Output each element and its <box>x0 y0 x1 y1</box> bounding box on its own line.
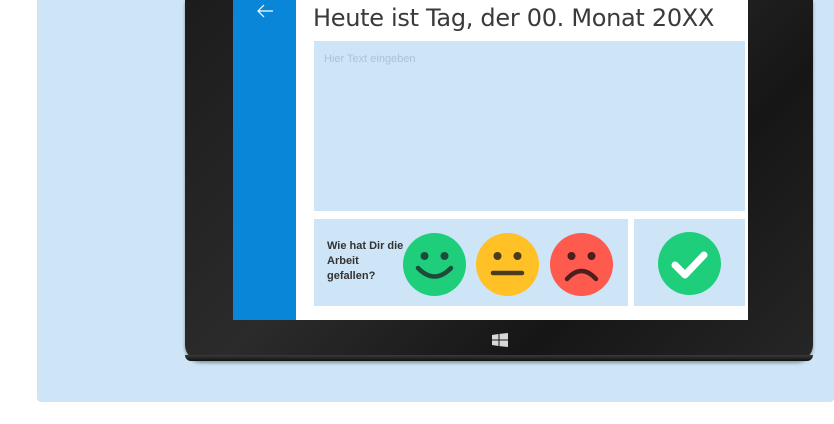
sidebar <box>233 0 296 320</box>
rating-panel: Wie hat Dir die Arbeit gefallen? <box>314 219 628 306</box>
happy-face-icon[interactable] <box>403 233 466 296</box>
diary-text-input[interactable] <box>314 41 745 211</box>
neutral-face-icon[interactable] <box>476 233 539 296</box>
tablet-device: Heute ist Tag, der 00. Monat 20XX Wie ha… <box>185 0 813 361</box>
submit-button[interactable] <box>634 219 745 306</box>
arrow-left-icon[interactable] <box>253 0 277 22</box>
windows-logo-icon[interactable] <box>492 333 508 347</box>
page-title: Heute ist Tag, der 00. Monat 20XX <box>313 4 715 32</box>
checkmark-icon <box>658 232 721 295</box>
sad-face-icon[interactable] <box>550 233 613 296</box>
rating-question: Wie hat Dir die Arbeit gefallen? <box>327 240 404 282</box>
tablet-screen: Heute ist Tag, der 00. Monat 20XX Wie ha… <box>233 0 748 320</box>
